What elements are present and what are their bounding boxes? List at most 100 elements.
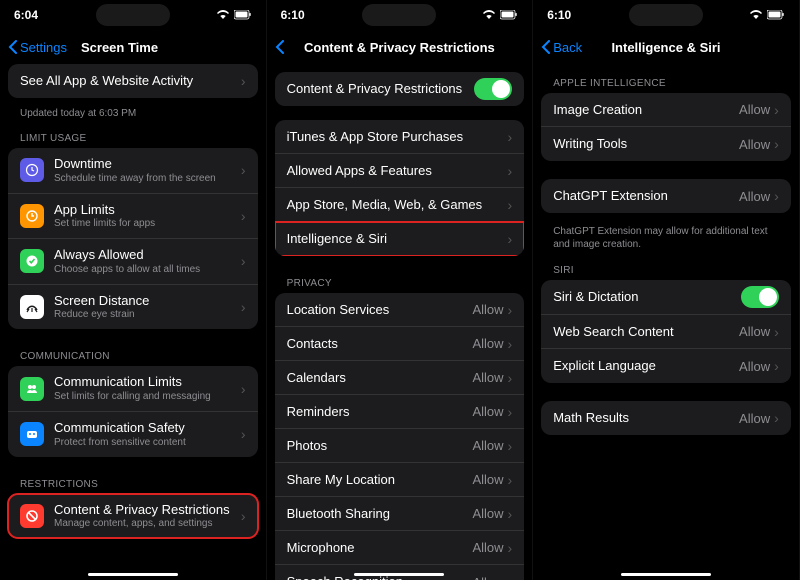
chevron-right-icon: ›: [241, 381, 246, 397]
chatgpt-extension-row[interactable]: ChatGPT ExtensionAllow ›: [541, 179, 791, 213]
chevron-right-icon: ›: [241, 162, 246, 178]
chevron-right-icon: ›: [774, 358, 779, 374]
share-location-row[interactable]: Share My LocationAllow›: [275, 463, 525, 497]
row-value: Allow: [472, 506, 503, 521]
row-value: Allow: [472, 302, 503, 317]
chevron-right-icon: ›: [508, 197, 513, 213]
row-label: Communication Safety: [54, 420, 241, 436]
section-privacy: PRIVACY: [275, 264, 525, 293]
row-value: Allow: [472, 575, 503, 580]
content-privacy-toggle-row[interactable]: Content & Privacy Restrictions: [275, 72, 525, 106]
see-all-activity-row[interactable]: See All App & Website Activity ›: [8, 64, 258, 98]
image-creation-row[interactable]: Image CreationAllow›: [541, 93, 791, 127]
page-title: Content & Privacy Restrictions: [304, 40, 495, 55]
siri-dictation-row[interactable]: Siri & Dictation: [541, 280, 791, 315]
row-value: Allow: [739, 137, 770, 152]
always-allowed-row[interactable]: Always AllowedChoose apps to allow at al…: [8, 239, 258, 285]
row-value: Allow: [739, 189, 770, 204]
row-label: Reminders: [287, 404, 473, 420]
contacts-row[interactable]: ContactsAllow›: [275, 327, 525, 361]
status-icons: [749, 10, 785, 20]
chevron-right-icon: ›: [508, 574, 513, 580]
explicit-language-row[interactable]: Explicit LanguageAllow›: [541, 349, 791, 383]
row-label: Communication Limits: [54, 374, 241, 390]
microphone-row[interactable]: MicrophoneAllow›: [275, 531, 525, 565]
row-value: Allow: [739, 324, 770, 339]
status-bar: 6:10: [533, 0, 799, 30]
comm-safety-icon: [20, 422, 44, 446]
page-title: Intelligence & Siri: [611, 40, 720, 55]
phone-intelligence-siri: 6:10 Back Intelligence & Siri APPLE INTE…: [533, 0, 800, 580]
back-button[interactable]: Settings: [8, 40, 67, 55]
home-indicator[interactable]: [88, 573, 178, 576]
downtime-icon: [20, 158, 44, 182]
row-label: Content & Privacy Restrictions: [287, 81, 475, 97]
chevron-right-icon: ›: [508, 302, 513, 318]
always-allowed-icon: [20, 249, 44, 273]
home-indicator[interactable]: [621, 573, 711, 576]
row-label: App Limits: [54, 202, 241, 218]
app-limits-icon: [20, 204, 44, 228]
math-results-row[interactable]: Math ResultsAllow›: [541, 401, 791, 435]
location-services-row[interactable]: Location ServicesAllow ›: [275, 293, 525, 327]
chevron-right-icon: ›: [508, 540, 513, 556]
row-label: Bluetooth Sharing: [287, 506, 473, 522]
content-privacy-toggle[interactable]: [474, 78, 512, 100]
chevron-right-icon: ›: [774, 188, 779, 204]
web-search-row[interactable]: Web Search ContentAllow›: [541, 315, 791, 349]
calendars-row[interactable]: CalendarsAllow›: [275, 361, 525, 395]
back-label: Back: [553, 40, 582, 55]
row-value: Allow: [472, 370, 503, 385]
back-button[interactable]: Back: [541, 40, 582, 55]
row-sub: Choose apps to allow at all times: [54, 264, 241, 276]
row-label: iTunes & App Store Purchases: [287, 129, 508, 145]
app-limits-row[interactable]: App LimitsSet time limits for apps ›: [8, 194, 258, 240]
row-label: Explicit Language: [553, 358, 739, 374]
row-sub: Set time limits for apps: [54, 218, 241, 230]
row-value: Allow: [472, 336, 503, 351]
chevron-right-icon: ›: [508, 336, 513, 352]
row-label: Image Creation: [553, 102, 739, 118]
reminders-row[interactable]: RemindersAllow ›: [275, 395, 525, 429]
chevron-right-icon: ›: [508, 404, 513, 420]
page-title: Screen Time: [81, 40, 158, 55]
row-label: Content & Privacy Restrictions: [54, 502, 241, 518]
section-limit-usage: LIMIT USAGE: [8, 119, 258, 148]
home-indicator[interactable]: [354, 573, 444, 576]
section-communication: COMMUNICATION: [8, 337, 258, 366]
nav-bar: Content & Privacy Restrictions: [267, 30, 533, 64]
chevron-right-icon: ›: [508, 370, 513, 386]
status-icons: [482, 10, 518, 20]
row-label: Web Search Content: [553, 324, 739, 340]
row-label: Location Services: [287, 302, 473, 318]
allowed-apps-row[interactable]: Allowed Apps & Features ›: [275, 154, 525, 188]
back-button[interactable]: [275, 40, 285, 54]
screen-distance-row[interactable]: Screen DistanceReduce eye strain ›: [8, 285, 258, 330]
row-sub: Protect from sensitive content: [54, 437, 241, 449]
status-icons: [216, 10, 252, 20]
downtime-row[interactable]: DowntimeSchedule time away from the scre…: [8, 148, 258, 194]
row-label: Always Allowed: [54, 247, 241, 263]
writing-tools-row[interactable]: Writing ToolsAllow›: [541, 127, 791, 161]
chevron-right-icon: ›: [241, 426, 246, 442]
communication-limits-row[interactable]: Communication LimitsSet limits for calli…: [8, 366, 258, 412]
itunes-purchases-row[interactable]: iTunes & App Store Purchases ›: [275, 120, 525, 154]
row-sub: Manage content, apps, and settings: [54, 518, 241, 530]
section-apple-intelligence: APPLE INTELLIGENCE: [541, 64, 791, 93]
dynamic-island: [629, 4, 703, 26]
row-value: Allow: [472, 404, 503, 419]
communication-safety-row[interactable]: Communication SafetyProtect from sensiti…: [8, 412, 258, 457]
siri-dictation-toggle[interactable]: [741, 286, 779, 308]
row-sub: Set limits for calling and messaging: [54, 391, 241, 403]
intelligence-siri-row[interactable]: Intelligence & Siri ›: [275, 222, 525, 256]
row-sub: Schedule time away from the screen: [54, 173, 241, 185]
photos-row[interactable]: PhotosAllow›: [275, 429, 525, 463]
row-label: Allowed Apps & Features: [287, 163, 508, 179]
chevron-right-icon: ›: [508, 438, 513, 454]
app-store-media-row[interactable]: App Store, Media, Web, & Games ›: [275, 188, 525, 222]
content-privacy-restrictions-row[interactable]: Content & Privacy RestrictionsManage con…: [8, 494, 258, 539]
chevron-right-icon: ›: [241, 299, 246, 315]
bluetooth-row[interactable]: Bluetooth SharingAllow›: [275, 497, 525, 531]
row-label: ChatGPT Extension: [553, 188, 739, 204]
updated-label: Updated today at 6:03 PM: [8, 106, 258, 119]
